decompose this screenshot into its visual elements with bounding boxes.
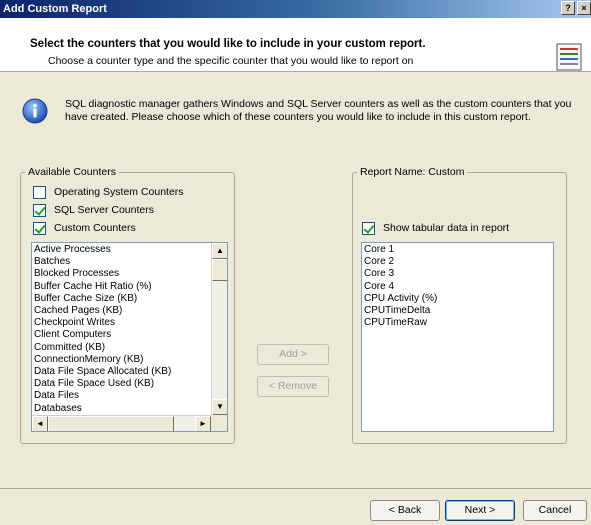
header-subtitle: Choose a counter type and the specific c… [48, 55, 414, 67]
help-button[interactable]: ? [561, 1, 575, 15]
scroll-right-icon[interactable]: ► [195, 416, 211, 431]
list-item[interactable]: Blocked Processes [32, 268, 211, 280]
add-button[interactable]: Add > [257, 344, 329, 365]
remove-button[interactable]: < Remove [257, 376, 329, 397]
list-item[interactable]: CPU Activity (%) [362, 293, 553, 305]
title-bar: Add Custom Report ? × [0, 0, 591, 18]
report-icon [556, 43, 582, 71]
show-tabular-data-checkbox[interactable]: Show tabular data in report [362, 220, 509, 236]
scroll-left-icon[interactable]: ◄ [32, 416, 48, 431]
report-counters-list[interactable]: Core 1 Core 2 Core 3 Core 4 CPU Activity… [361, 242, 554, 432]
list-item[interactable]: CPUTimeDelta [362, 305, 553, 317]
list-item[interactable]: ConnectionMemory (KB) [32, 354, 211, 366]
window-title: Add Custom Report [3, 3, 107, 15]
custom-counters-checkbox[interactable]: Custom Counters [33, 220, 136, 236]
custom-counters-label: Custom Counters [54, 221, 136, 234]
list-item[interactable]: Cached Pages (KB) [32, 305, 211, 317]
list-item[interactable]: Committed (KB) [32, 342, 211, 354]
wizard-header: Select the counters that you would like … [0, 18, 591, 72]
info-icon [22, 98, 48, 124]
scroll-up-icon[interactable]: ▲ [212, 243, 227, 259]
checkbox-box[interactable] [33, 221, 46, 235]
os-counters-checkbox[interactable]: Operating System Counters [33, 184, 184, 200]
checkbox-box[interactable] [33, 203, 46, 217]
scroll-down-icon[interactable]: ▼ [212, 399, 227, 415]
available-counters-legend: Available Counters [28, 166, 116, 178]
header-title: Select the counters that you would like … [30, 38, 426, 50]
sql-server-counters-checkbox[interactable]: SQL Server Counters [33, 202, 154, 218]
back-button[interactable]: < Back [370, 500, 440, 521]
list-item[interactable]: Buffer Cache Size (KB) [32, 293, 211, 305]
footer-separator [0, 488, 591, 489]
info-text: SQL diagnostic manager gathers Windows a… [65, 98, 572, 123]
list-item[interactable]: Databases [32, 403, 211, 415]
next-button[interactable]: Next > [445, 500, 515, 521]
list-item[interactable]: Core 1 [362, 244, 553, 256]
checkbox-box[interactable] [33, 185, 46, 199]
list-item[interactable]: Data File Space Used (KB) [32, 378, 211, 390]
list-item[interactable]: Buffer Cache Hit Ratio (%) [32, 281, 211, 293]
scroll-corner [211, 415, 227, 431]
list-item[interactable]: Checkpoint Writes [32, 317, 211, 329]
available-counters-list[interactable]: Active Processes Batches Blocked Process… [31, 242, 228, 432]
scroll-thumb[interactable] [212, 259, 227, 281]
list-item[interactable]: Active Processes [32, 244, 211, 256]
show-tabular-data-label: Show tabular data in report [383, 221, 510, 234]
list-item[interactable]: Core 4 [362, 281, 553, 293]
list-item[interactable]: Data File Space Allocated (KB) [32, 366, 211, 378]
list-item[interactable]: Batches [32, 256, 211, 268]
list-item[interactable]: Data Files [32, 390, 211, 402]
list-item[interactable]: Core 3 [362, 268, 553, 280]
os-counters-label: Operating System Counters [54, 185, 184, 198]
close-button[interactable]: × [577, 1, 591, 15]
report-name-legend: Report Name: Custom [360, 166, 465, 178]
list-item[interactable]: Core 2 [362, 256, 553, 268]
list-item[interactable]: CPUTimeRaw [362, 317, 553, 329]
scroll-thumb[interactable] [48, 416, 174, 431]
checkbox-box[interactable] [362, 221, 375, 235]
sql-server-counters-label: SQL Server Counters [54, 203, 154, 216]
cancel-button[interactable]: Cancel [523, 500, 587, 521]
info-panel: SQL diagnostic manager gathers Windows a… [22, 94, 582, 138]
add-custom-report-dialog: Add Custom Report ? × Select the counter… [0, 0, 591, 525]
list-item[interactable]: Client Computers [32, 329, 211, 341]
vertical-scrollbar[interactable]: ▲ ▼ [211, 243, 227, 415]
horizontal-scrollbar[interactable]: ◄ ► [32, 415, 211, 431]
